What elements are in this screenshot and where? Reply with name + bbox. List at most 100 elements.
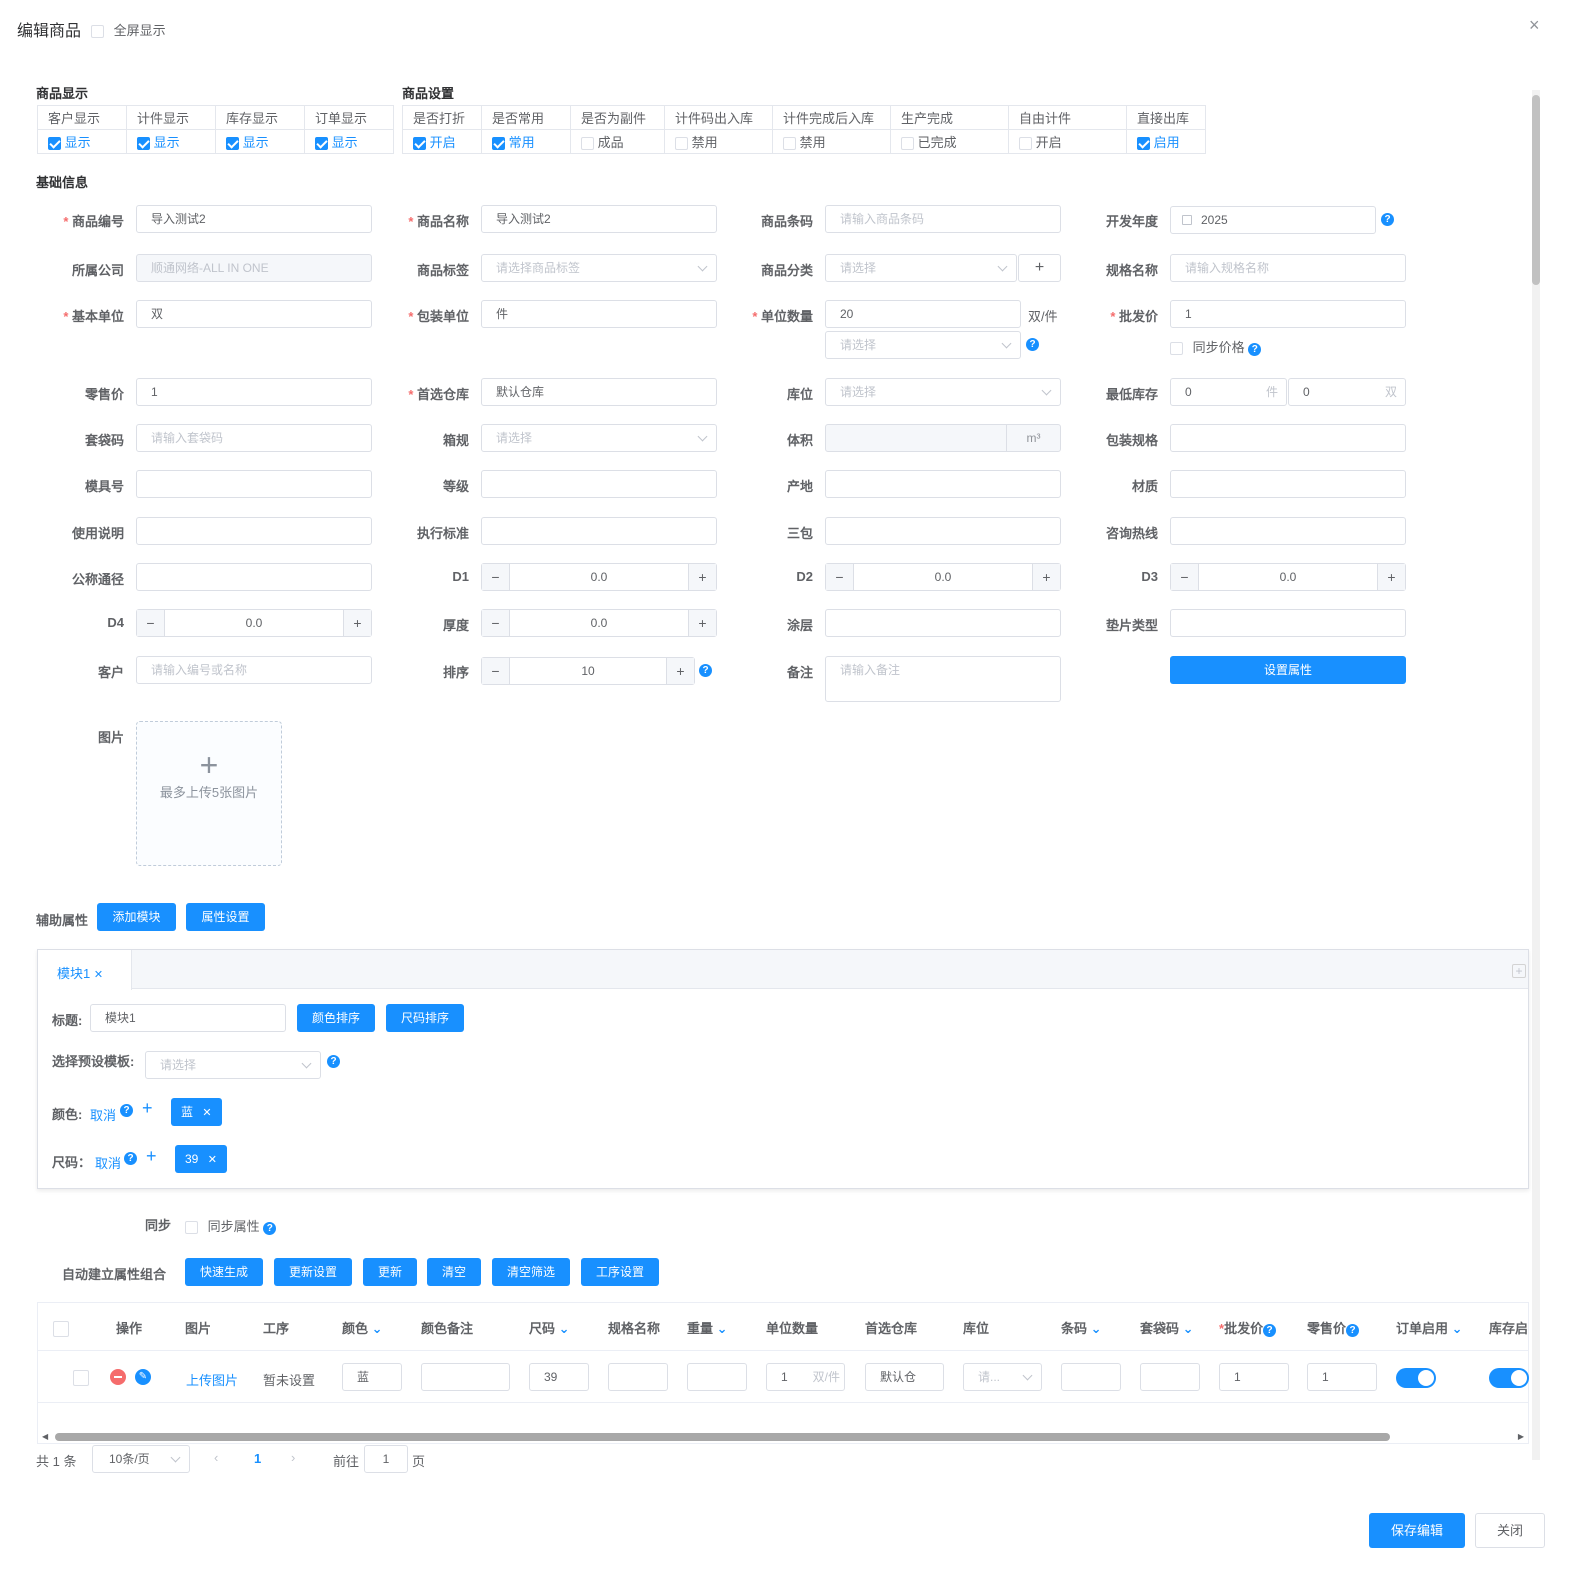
close-icon[interactable]: × — [1529, 15, 1540, 36]
help-icon[interactable]: ? — [1026, 338, 1039, 351]
checkbox[interactable] — [783, 137, 796, 151]
sort-stepper[interactable]: −10 + — [481, 657, 695, 685]
col-order-enable[interactable]: 订单启用 ⌄ — [1396, 1318, 1463, 1337]
help-icon[interactable]: ? — [1263, 1324, 1277, 1337]
material-input[interactable] — [1170, 470, 1406, 498]
qty-input[interactable]: 20 — [825, 300, 1021, 328]
wholesale-input[interactable]: 1 — [1170, 300, 1406, 328]
sort-value[interactable]: 10 — [510, 658, 666, 684]
row-checkbox[interactable] — [72, 1369, 89, 1386]
row-retail-input[interactable]: 1 — [1307, 1363, 1377, 1391]
code-input[interactable]: 导入测试2 — [136, 205, 372, 233]
vertical-scrollbar[interactable] — [1532, 90, 1540, 1460]
warehouse-select[interactable]: 默认仓库 — [481, 378, 717, 406]
checkbox[interactable] — [413, 137, 426, 151]
row-spec-input[interactable] — [608, 1363, 668, 1391]
customer-input[interactable]: 请输入编号或名称 — [136, 656, 372, 684]
minus-icon[interactable]: − — [482, 564, 510, 590]
scroll-thumb[interactable] — [1532, 95, 1540, 285]
thick-value[interactable]: 0.0 — [510, 610, 688, 636]
row-bagcode-input[interactable] — [1140, 1363, 1200, 1391]
row-warehouse-select[interactable]: 默认仓 — [865, 1363, 944, 1391]
upload-image-link[interactable]: 上传图片 — [186, 1370, 238, 1389]
add-size-icon[interactable]: + — [146, 1146, 157, 1167]
minus-icon[interactable]: − — [1171, 564, 1199, 590]
mold-input[interactable] — [136, 470, 372, 498]
color-sort-button[interactable]: 颜色排序 — [297, 1004, 375, 1032]
grade-input[interactable] — [481, 470, 717, 498]
horizontal-scrollbar[interactable]: ◀ ▶ — [38, 1430, 1528, 1443]
sync-price[interactable]: 同步价格 ? — [1170, 337, 1262, 356]
row-wholesale-input[interactable]: 1 — [1219, 1363, 1289, 1391]
checkbox[interactable] — [315, 137, 328, 151]
color-cancel-link[interactable]: 取消 — [90, 1105, 116, 1124]
minstock-input-2[interactable]: 0双 — [1288, 378, 1406, 406]
row-color-remark-input[interactable] — [421, 1363, 510, 1391]
d1-stepper[interactable]: −0.0 + — [481, 563, 717, 591]
d1-value[interactable]: 0.0 — [510, 564, 688, 590]
preset-select[interactable]: 请选择 — [145, 1051, 321, 1079]
clear-button[interactable]: 清空 — [427, 1258, 481, 1286]
help-icon[interactable]: ? — [124, 1152, 137, 1165]
close-icon[interactable]: ✕ — [208, 1154, 217, 1166]
size-sort-button[interactable]: 尺码排序 — [386, 1004, 464, 1032]
col-color[interactable]: 颜色 ⌄ — [342, 1318, 383, 1337]
bagcode-input[interactable]: 请输入套袋码 — [136, 424, 372, 452]
delete-icon[interactable] — [110, 1369, 126, 1385]
minus-icon[interactable]: − — [826, 564, 854, 590]
checkbox[interactable] — [901, 137, 914, 151]
qty-unit-select[interactable]: 请选择 — [825, 331, 1021, 359]
minus-icon[interactable]: − — [137, 610, 165, 636]
help-icon[interactable]: ? — [327, 1055, 340, 1068]
sync-price-checkbox[interactable] — [1170, 342, 1183, 356]
row-qty-input[interactable]: 1 双/件 — [766, 1363, 845, 1391]
col-weight[interactable]: 重量 ⌄ — [687, 1318, 728, 1337]
size-tag[interactable]: 39 ✕ — [175, 1145, 227, 1173]
d3-stepper[interactable]: −0.0 + — [1170, 563, 1406, 591]
size-cancel-link[interactable]: 取消 — [95, 1153, 121, 1172]
hotline-input[interactable] — [1170, 517, 1406, 545]
select-all-checkbox[interactable] — [53, 1320, 69, 1337]
minstock-input-1[interactable]: 0件 — [1170, 378, 1287, 406]
unit-input[interactable]: 双 — [136, 300, 372, 328]
packspec-input[interactable] — [1170, 424, 1406, 452]
scroll-right-icon[interactable]: ▶ — [1518, 1432, 1524, 1441]
checkbox[interactable] — [1137, 137, 1150, 151]
d3-value[interactable]: 0.0 — [1199, 564, 1377, 590]
col-size[interactable]: 尺码 ⌄ — [529, 1318, 570, 1337]
name-input[interactable]: 导入测试2 — [481, 205, 717, 233]
tab-module1[interactable]: 模块1 ✕ — [38, 950, 132, 990]
warranty-input[interactable] — [825, 517, 1061, 545]
checkbox[interactable] — [675, 137, 688, 151]
year-picker[interactable]: 2025 — [1170, 206, 1376, 234]
order-enable-switch[interactable] — [1396, 1368, 1436, 1388]
scroll-left-icon[interactable]: ◀ — [42, 1432, 48, 1441]
scroll-thumb[interactable] — [55, 1433, 1390, 1441]
row-color-input[interactable]: 蓝 — [342, 1363, 402, 1391]
category-select[interactable]: 请选择 — [825, 254, 1017, 282]
retail-input[interactable]: 1 — [136, 378, 372, 406]
origin-input[interactable] — [825, 470, 1061, 498]
help-icon[interactable]: ? — [1346, 1324, 1360, 1337]
spec-input[interactable]: 请输入规格名称 — [1170, 254, 1406, 282]
clear-filter-button[interactable]: 清空筛选 — [492, 1258, 570, 1286]
d4-stepper[interactable]: −0.0 + — [136, 609, 372, 637]
save-button[interactable]: 保存编辑 — [1369, 1513, 1465, 1548]
help-icon[interactable]: ? — [120, 1104, 133, 1117]
help-icon[interactable]: ? — [263, 1222, 277, 1235]
fullscreen-toggle[interactable]: 全屏显示 — [91, 20, 166, 39]
next-page-icon[interactable]: › — [291, 1450, 295, 1465]
checkbox[interactable] — [1019, 137, 1032, 151]
minus-icon[interactable]: − — [482, 658, 510, 684]
checkbox[interactable] — [226, 137, 239, 151]
col-barcode[interactable]: 条码 ⌄ — [1061, 1318, 1102, 1337]
row-location-select[interactable]: 请... — [963, 1363, 1042, 1391]
checkbox[interactable] — [492, 137, 505, 151]
barcode-input[interactable]: 请输入商品条码 — [825, 205, 1061, 233]
location-select[interactable]: 请选择 — [825, 378, 1061, 406]
update-button[interactable]: 更新 — [363, 1258, 417, 1286]
module-title-input[interactable]: 模块1 — [90, 1004, 286, 1032]
checkbox[interactable] — [581, 137, 594, 151]
attribute-settings-button[interactable]: 属性设置 — [186, 903, 265, 931]
display-cell[interactable]: 显示 — [37, 129, 127, 154]
